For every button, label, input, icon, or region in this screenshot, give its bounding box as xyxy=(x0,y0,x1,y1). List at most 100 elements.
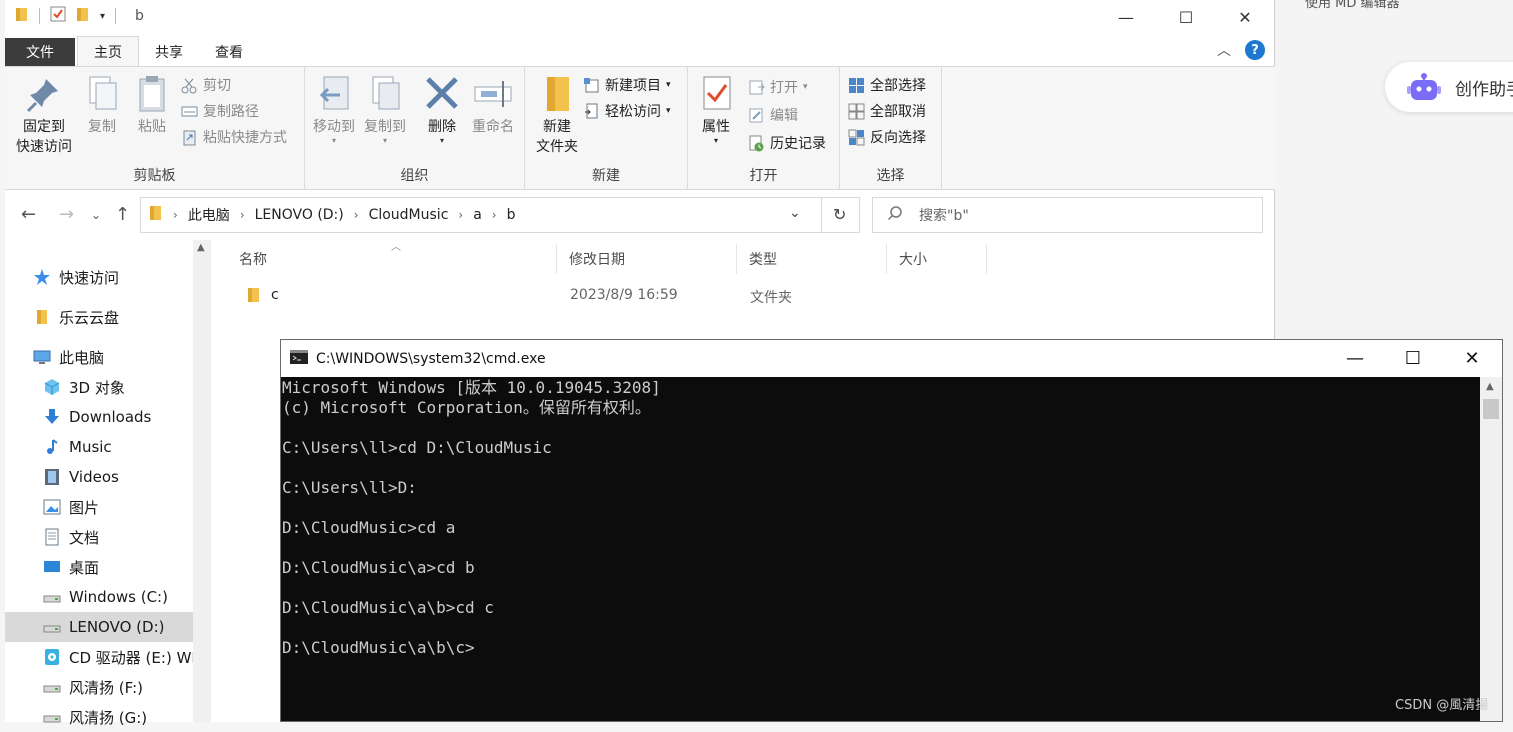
breadcrumb-a[interactable]: a xyxy=(473,207,482,223)
cmd-maximize-button[interactable]: ☐ xyxy=(1384,340,1442,377)
invert-selection-button[interactable]: 反向选择 xyxy=(848,127,926,147)
select-all-label: 全部选择 xyxy=(870,78,926,94)
organize-group-label: 组织 xyxy=(400,168,429,184)
easy-access-button[interactable]: 轻松访问 ▾ xyxy=(583,101,671,121)
select-none-button[interactable]: 全部取消 xyxy=(848,101,926,121)
pin-label-2: 快速访问 xyxy=(16,139,72,155)
cmd-minimize-button[interactable]: — xyxy=(1326,340,1384,377)
copy-to-button[interactable]: 复制到 ▾ xyxy=(361,73,409,145)
copy-path-button[interactable]: 复制路径 xyxy=(181,101,259,121)
copy-button[interactable]: 复制 xyxy=(81,73,123,137)
creation-assistant-button[interactable]: 创作助手 xyxy=(1385,62,1513,112)
paste-shortcut-label: 粘贴快捷方式 xyxy=(203,130,287,146)
cmd-scrollbar[interactable]: ▲ xyxy=(1480,377,1502,721)
tab-view[interactable]: 查看 xyxy=(199,38,259,66)
recent-locations-chevron-icon[interactable]: ⌄ xyxy=(91,208,101,222)
minimize-button[interactable]: — xyxy=(1097,0,1155,35)
paste-button[interactable]: 粘贴 xyxy=(131,73,173,137)
csdn-watermark: CSDN @風清揚 xyxy=(1395,698,1489,713)
nav-item[interactable]: LENOVO (D:) xyxy=(5,612,193,642)
copy-to-dropdown-icon: ▾ xyxy=(382,136,387,145)
folder-icon xyxy=(33,308,51,326)
pin-icon xyxy=(24,73,64,115)
back-arrow-icon[interactable]: ← xyxy=(21,204,36,225)
paste-shortcut-button[interactable]: 粘贴快捷方式 xyxy=(181,127,287,147)
paste-label: 粘贴 xyxy=(138,119,166,135)
breadcrumb-b[interactable]: b xyxy=(507,207,516,223)
delete-button[interactable]: 删除 ▾ xyxy=(421,73,463,145)
maximize-button[interactable]: ☐ xyxy=(1157,0,1215,35)
move-to-button[interactable]: 移动到 ▾ xyxy=(310,73,358,145)
breadcrumb-this-pc[interactable]: 此电脑 xyxy=(188,205,230,225)
breadcrumb-cloudmusic[interactable]: CloudMusic xyxy=(369,207,449,223)
file-type: 文件夹 xyxy=(750,290,792,306)
properties-check-icon[interactable] xyxy=(50,6,66,26)
refresh-icon[interactable]: ↻ xyxy=(833,205,846,224)
rename-label: 重命名 xyxy=(472,119,514,135)
delete-label: 删除 xyxy=(428,119,456,135)
tab-file[interactable]: 文件 xyxy=(5,38,75,66)
new-folder-button[interactable]: 新建 文件夹 xyxy=(529,73,585,157)
nav-item[interactable]: Windows (C:) xyxy=(5,582,193,612)
pin-quick-access-button[interactable]: 固定到 快速访问 xyxy=(11,73,77,157)
nav-item[interactable]: 风清扬 (F:) xyxy=(5,672,193,702)
forward-arrow-icon[interactable]: → xyxy=(59,204,74,225)
tab-share[interactable]: 共享 xyxy=(139,38,199,66)
scroll-up-icon[interactable]: ▲ xyxy=(197,242,205,253)
column-name[interactable]: 名称 xyxy=(227,244,557,274)
nav-item-label: CD 驱动器 (E:) WD xyxy=(69,648,193,667)
open-button[interactable]: 打开 ▾ xyxy=(748,77,808,97)
edit-button[interactable]: 编辑 xyxy=(748,105,798,125)
scroll-thumb[interactable] xyxy=(1483,399,1499,419)
nav-item[interactable]: 风清扬 (G:) xyxy=(5,702,193,732)
nav-item[interactable]: 此电脑 xyxy=(5,342,193,372)
edit-label: 编辑 xyxy=(770,108,798,124)
new-group: 新建 文件夹 新建项目 ▾ 轻松访问 ▾ 新建 xyxy=(525,67,688,189)
navigation-pane: 快速访问乐云云盘此电脑 3D 对象 Downloads Music Videos 图片 文档… xyxy=(5,240,213,727)
help-icon[interactable]: ? xyxy=(1245,40,1265,60)
column-date-modified[interactable]: 修改日期 xyxy=(557,244,737,274)
new-item-button[interactable]: 新建项目 ▾ xyxy=(583,75,671,95)
scroll-up-icon[interactable]: ▲ xyxy=(1486,381,1494,392)
nav-item[interactable]: 图片 xyxy=(5,492,193,522)
address-bar[interactable]: › 此电脑 › LENOVO (D:) › CloudMusic › a › b… xyxy=(140,197,860,233)
column-size[interactable]: 大小 xyxy=(887,244,987,274)
collapse-ribbon-icon[interactable]: ︿ xyxy=(1217,40,1231,60)
customize-dropdown-icon[interactable]: ▾ xyxy=(100,11,105,22)
properties-button[interactable]: 属性 ▾ xyxy=(694,73,738,145)
nav-item[interactable]: Downloads xyxy=(5,402,193,432)
history-button[interactable]: 历史记录 xyxy=(748,133,826,153)
nav-item[interactable]: 3D 对象 xyxy=(5,372,193,402)
cmd-close-button[interactable]: ✕ xyxy=(1443,340,1501,377)
move-to-label: 移动到 xyxy=(313,119,355,135)
folder-icon xyxy=(247,286,261,308)
up-arrow-icon[interactable]: ↑ xyxy=(115,204,130,225)
nav-item[interactable]: Videos xyxy=(5,462,193,492)
column-type[interactable]: 类型 xyxy=(737,244,887,274)
cut-button[interactable]: 剪切 xyxy=(181,75,231,95)
search-box[interactable]: 搜索"b" xyxy=(872,197,1263,233)
console-output[interactable]: Microsoft Windows [版本 10.0.19045.3208] (c… xyxy=(281,377,1480,721)
nav-scrollbar[interactable]: ▲ xyxy=(193,240,211,722)
copy-to-label: 复制到 xyxy=(364,119,406,135)
new-folder-label-2: 文件夹 xyxy=(536,139,578,155)
address-dropdown-icon[interactable]: ⌄ xyxy=(789,205,801,221)
nav-item[interactable]: 快速访问 xyxy=(5,262,193,292)
open-group: 属性 ▾ 打开 ▾ 编辑 历史记录 打开 xyxy=(688,67,840,189)
file-row[interactable]: c 2023/8/9 16:59 文件夹 xyxy=(227,282,997,310)
nav-item[interactable]: 文档 xyxy=(5,522,193,552)
breadcrumb-drive-d[interactable]: LENOVO (D:) xyxy=(255,207,344,223)
clipboard-group-label: 剪贴板 xyxy=(133,168,176,184)
select-none-label: 全部取消 xyxy=(870,104,926,120)
tab-home[interactable]: 主页 xyxy=(77,36,139,66)
nav-item[interactable]: 桌面 xyxy=(5,552,193,582)
new-folder-icon[interactable] xyxy=(76,6,90,26)
close-button[interactable]: ✕ xyxy=(1216,0,1274,35)
organize-group: 移动到 ▾ 复制到 ▾ 删除 ▾ 重命名 组织 xyxy=(305,67,525,189)
copy-path-icon xyxy=(181,103,198,120)
nav-item[interactable]: CD 驱动器 (E:) WD xyxy=(5,642,193,672)
select-all-button[interactable]: 全部选择 xyxy=(848,75,926,95)
rename-button[interactable]: 重命名 xyxy=(469,73,517,137)
nav-item[interactable]: 乐云云盘 xyxy=(5,302,193,332)
nav-item[interactable]: Music xyxy=(5,432,193,462)
